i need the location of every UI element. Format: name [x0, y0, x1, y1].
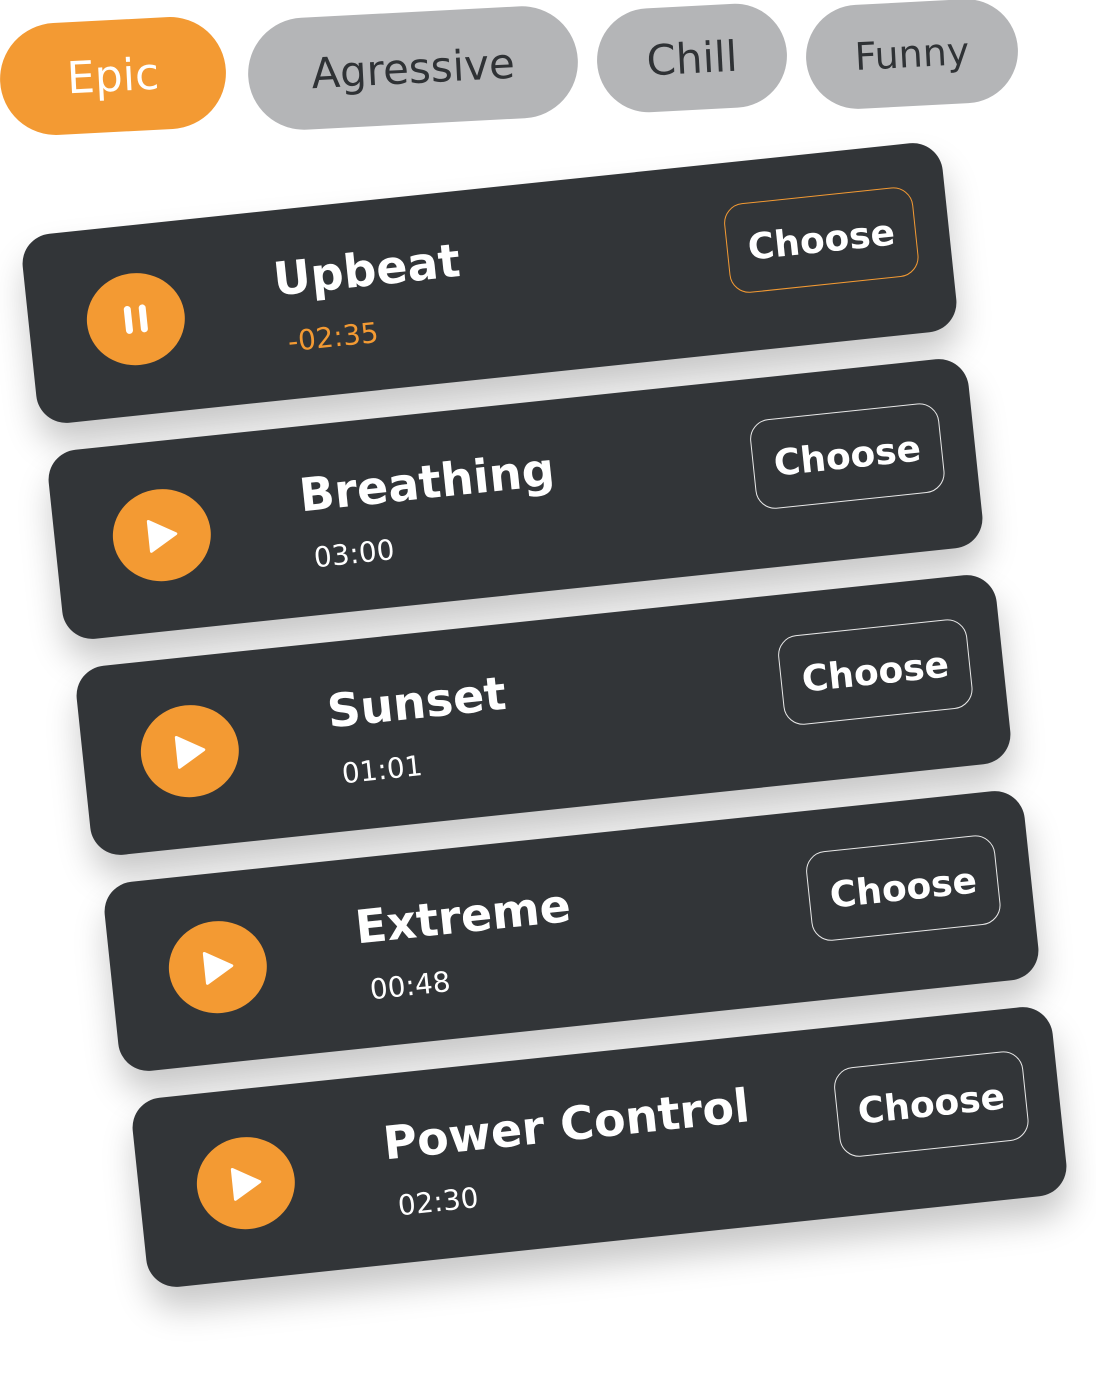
choose-button[interactable]: Choose: [832, 1049, 1031, 1159]
choose-button[interactable]: Choose: [776, 617, 975, 727]
track-time-remaining: -02:35: [286, 315, 381, 359]
track-title: Upbeat: [270, 233, 463, 307]
choose-button[interactable]: Choose: [804, 833, 1003, 943]
play-button[interactable]: [108, 484, 216, 587]
track-duration: 00:48: [368, 965, 453, 1007]
track-duration: 03:00: [312, 533, 397, 575]
play-button[interactable]: [164, 916, 272, 1019]
choose-button[interactable]: Choose: [748, 401, 947, 511]
choose-button[interactable]: Choose: [722, 185, 921, 295]
category-pill-chill[interactable]: Chill: [594, 1, 790, 115]
play-button[interactable]: [136, 700, 244, 803]
track-title: Breathing: [296, 441, 558, 523]
track-title: Sunset: [324, 665, 509, 739]
track-duration: 02:30: [396, 1181, 481, 1223]
play-icon: [202, 952, 234, 985]
play-icon: [146, 520, 178, 553]
category-pill-agressive[interactable]: Agressive: [245, 3, 581, 133]
category-pill-epic[interactable]: Epic: [0, 14, 229, 138]
track-title: Power Control: [380, 1078, 753, 1171]
play-icon: [174, 736, 206, 769]
pause-button[interactable]: [82, 268, 190, 371]
play-icon: [230, 1168, 262, 1201]
pause-icon: [123, 304, 148, 334]
track-title: Extreme: [352, 878, 574, 955]
category-pill-funny[interactable]: Funny: [803, 0, 1021, 112]
track-duration: 01:01: [340, 749, 425, 791]
play-button[interactable]: [192, 1132, 300, 1235]
